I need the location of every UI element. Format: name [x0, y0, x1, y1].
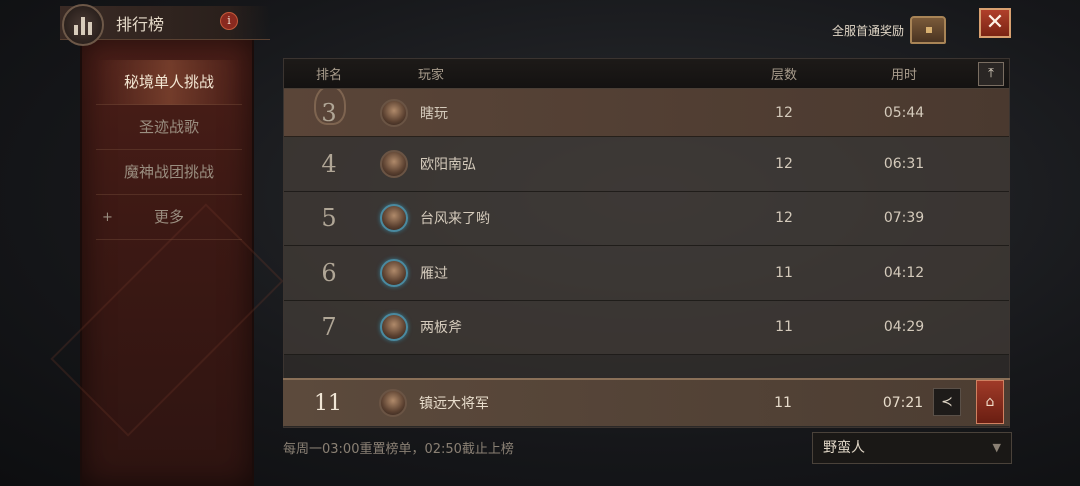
plus-icon: + — [102, 210, 113, 225]
header-time: 用时 — [890, 68, 917, 83]
menu-item-solo-challenge[interactable]: 秘境单人挑战 — [96, 60, 242, 105]
reset-note: 每周一03:00重置榜单，02:50截止上榜 — [283, 442, 514, 457]
player-cell: 台风来了哟 — [374, 204, 734, 233]
rank-cell: 5 — [321, 204, 337, 233]
table-row[interactable]: 6 雁过 11 04:12 — [284, 246, 1009, 301]
menu-item-label: 更多 — [153, 208, 184, 226]
first-clear-reward-label[interactable]: 全服首通奖励 — [832, 22, 904, 39]
avatar[interactable] — [379, 389, 407, 417]
avatar[interactable] — [380, 313, 408, 342]
header-rank: 排名 — [315, 68, 342, 83]
layer-cell: 11 — [775, 319, 793, 336]
table-rows[interactable]: 3 瞎玩 12 05:44 4 欧阳南弘 12 06:31 5 台风来了哟 12… — [284, 89, 1009, 427]
rank-cell: 4 — [321, 149, 337, 178]
self-player-cell: 镇远大将军 — [373, 389, 733, 417]
chevron-down-icon: ▼ — [992, 441, 1001, 454]
table-row[interactable]: 7 两板斧 11 04:29 — [284, 300, 1009, 355]
player-name: 台风来了哟 — [420, 211, 490, 228]
side-menu: 秘境单人挑战 圣迹战歌 魔神战团挑战 + 更多 — [96, 60, 242, 240]
class-select[interactable]: 野蛮人 ▼ — [812, 432, 1012, 464]
player-name: 两板斧 — [420, 320, 462, 337]
avatar[interactable] — [380, 258, 408, 287]
player-cell: 欧阳南弘 — [374, 149, 734, 178]
table-header: 排名 玩家 层数 用时 ⤒ — [284, 59, 1009, 89]
self-rank-row[interactable]: 11 镇远大将军 11 07:21 — [283, 378, 1010, 426]
layer-cell: 12 — [775, 104, 793, 121]
rank-cell: 3 — [284, 89, 374, 127]
table-row[interactable]: 3 瞎玩 12 05:44 — [284, 89, 1009, 137]
player-cell: 瞎玩 — [374, 98, 734, 127]
info-icon[interactable]: i — [220, 12, 238, 30]
player-name: 瞎玩 — [420, 105, 448, 122]
locate-self-button[interactable]: ⌂ — [976, 380, 1004, 424]
menu-item-label: 圣迹战歌 — [138, 118, 199, 136]
page-title: 排行榜 — [116, 15, 165, 34]
time-cell: 04:12 — [883, 264, 925, 281]
layer-cell: 12 — [775, 210, 793, 227]
header-player: 玩家 — [418, 68, 445, 83]
menu-item-battle-song[interactable]: 圣迹战歌 — [96, 105, 242, 150]
leaderboard-icon — [62, 4, 104, 46]
table-row[interactable]: 4 欧阳南弘 12 06:31 — [284, 137, 1009, 192]
self-layer-cell: 11 — [774, 395, 792, 411]
rank-cell: 7 — [321, 313, 337, 342]
class-select-value: 野蛮人 — [823, 440, 865, 456]
time-cell: 04:29 — [883, 319, 925, 336]
rank-cell: 6 — [321, 258, 337, 287]
time-cell: 06:31 — [883, 155, 925, 172]
menu-item-label: 秘境单人挑战 — [123, 73, 214, 91]
menu-item-demon-team-challenge[interactable]: 魔神战团挑战 — [96, 150, 242, 195]
table-row[interactable]: 5 台风来了哟 12 07:39 — [284, 191, 1009, 246]
layer-cell: 12 — [775, 155, 793, 172]
avatar[interactable] — [380, 204, 408, 233]
treasure-chest-icon[interactable] — [910, 16, 946, 44]
player-cell: 两板斧 — [374, 313, 734, 342]
time-cell: 07:39 — [883, 210, 925, 227]
self-player-name: 镇远大将军 — [419, 396, 489, 412]
player-name: 欧阳南弘 — [420, 156, 476, 173]
header-layer: 层数 — [770, 68, 797, 83]
scroll-to-top-button[interactable]: ⤒ — [978, 62, 1004, 86]
player-cell: 雁过 — [374, 258, 734, 287]
close-button[interactable]: ✕ — [979, 8, 1011, 38]
share-icon[interactable]: ≺ — [933, 388, 961, 416]
menu-item-label: 魔神战团挑战 — [123, 163, 214, 181]
avatar[interactable] — [380, 149, 408, 178]
leaderboard-table: 排名 玩家 层数 用时 ⤒ 3 瞎玩 12 05:44 4 欧阳南弘 12 06… — [283, 58, 1010, 428]
menu-item-more[interactable]: + 更多 — [96, 195, 242, 240]
player-name: 雁过 — [420, 265, 448, 282]
avatar[interactable] — [380, 98, 408, 127]
time-cell: 05:44 — [883, 104, 925, 121]
layer-cell: 11 — [775, 264, 793, 281]
self-rank-cell: 11 — [314, 390, 342, 416]
